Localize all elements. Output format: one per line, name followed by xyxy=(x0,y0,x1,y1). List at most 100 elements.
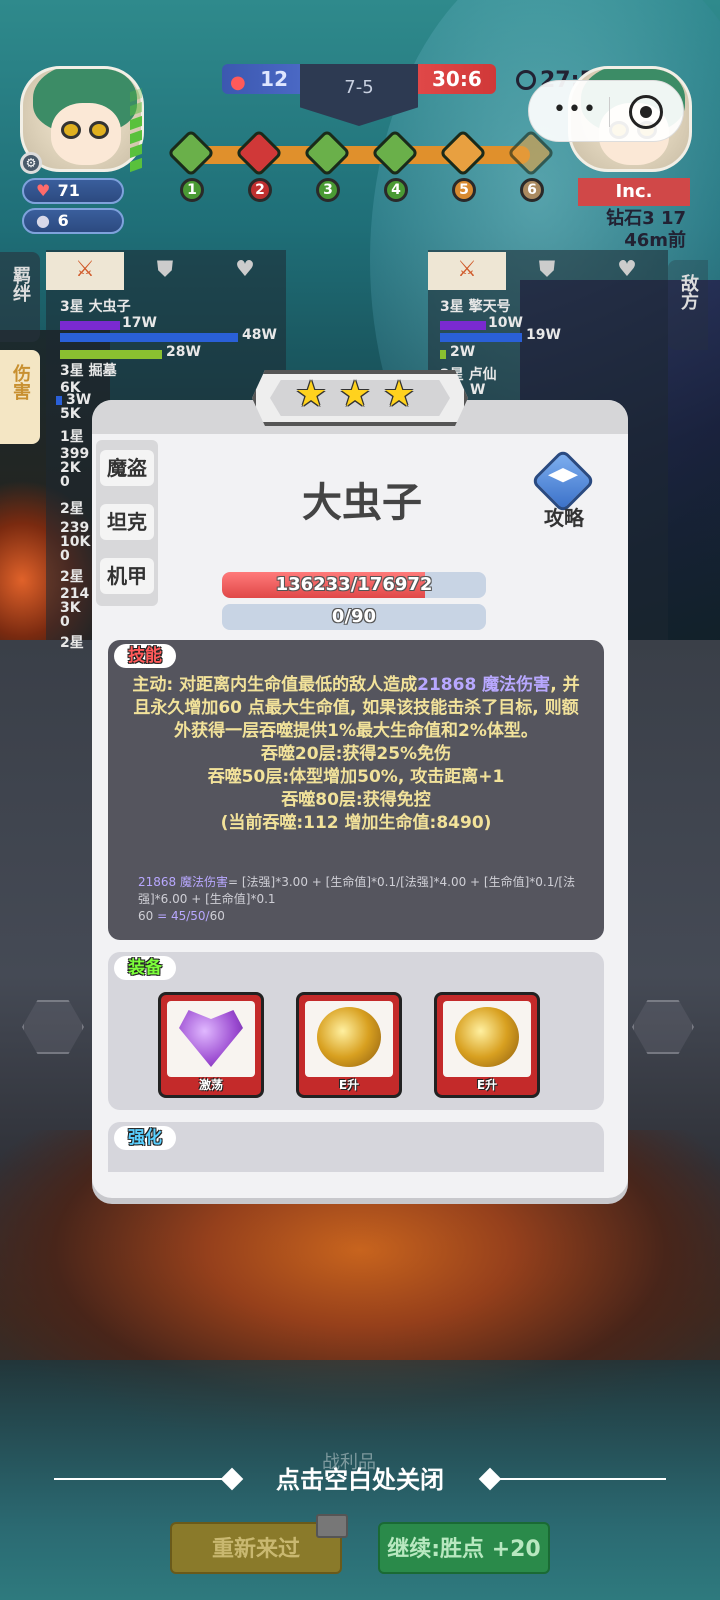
miniprogram-capsule: ••• xyxy=(528,80,684,142)
trait-tag[interactable]: 坦克 xyxy=(100,504,154,540)
capsule-divider xyxy=(609,97,610,127)
true-damage-bar xyxy=(60,350,162,359)
round-indicator: 7-5 xyxy=(300,64,418,126)
stage-number: 6 xyxy=(520,178,544,202)
damage-row-name: 2星 xyxy=(60,501,84,517)
blood-drop-icon: ● xyxy=(230,72,246,93)
physical-damage-bar xyxy=(60,333,238,342)
more-menu-button[interactable]: ••• xyxy=(553,97,598,122)
sword-icon[interactable]: ⚔ xyxy=(428,252,506,290)
stage-number: 2 xyxy=(248,178,272,202)
true-damage-bar xyxy=(440,350,446,359)
stage-4-trophy-icon xyxy=(370,128,420,178)
stage-5-trophy-icon xyxy=(438,128,488,178)
stage-number: 1 xyxy=(180,178,204,202)
equipment-name: 激荡 xyxy=(198,1078,223,1092)
damage-value: 0 xyxy=(60,474,70,490)
equipment-section-label: 装备 xyxy=(114,956,176,980)
tab-bond[interactable]: 羁绊 xyxy=(0,252,40,342)
enhance-section-label: 强化 xyxy=(114,1126,176,1150)
team-score-right: 30:6 xyxy=(418,64,496,94)
shield-icon[interactable]: ⛊ xyxy=(126,252,204,290)
golden-orb-icon xyxy=(455,1007,519,1067)
settings-gear-icon[interactable]: ⚙ xyxy=(20,152,42,174)
star-icon: ★ xyxy=(294,374,328,415)
tab-damage[interactable]: 伤害 xyxy=(0,350,40,444)
player-coin-value: 6 xyxy=(57,211,69,230)
shield-icon[interactable]: ⛊ xyxy=(508,252,586,290)
damage-row-name: 2星 xyxy=(60,635,84,651)
divider-line xyxy=(498,1478,666,1480)
equipment-slot[interactable]: 激荡 xyxy=(158,992,264,1098)
damage-value: 5K xyxy=(60,406,81,422)
continue-button[interactable]: 继续:胜点 +20 xyxy=(378,1522,550,1574)
skill-section: 技能 主动: 对距离内生命值最低的敌人造成21868 魔法伤害, 并且永久增加6… xyxy=(108,640,604,940)
sword-icon[interactable]: ⚔ xyxy=(46,252,124,290)
hero-detail-modal: ★ ★ ★ 魔盗 坦克 机甲 大虫子 攻略 136233/176972 0/90… xyxy=(92,370,628,1198)
opponent-rank: 钻石3 17 46m前 xyxy=(606,208,686,251)
damage-value: W xyxy=(470,382,486,398)
damage-value: 19W xyxy=(526,327,561,343)
stage-number: 4 xyxy=(384,178,408,202)
skill-formula: 21868 魔法伤害= [法强]*3.00 + [生命值]*0.1/[法强]*4… xyxy=(138,875,576,923)
physical-damage-bar xyxy=(56,396,62,405)
opponent-name: Inc. xyxy=(578,178,690,206)
hero-name: 大虫子 xyxy=(302,480,422,526)
mana-text: 0/90 xyxy=(331,606,377,627)
player-coin-pill: ● 6 xyxy=(22,208,124,234)
equipment-slot[interactable]: E升 xyxy=(296,992,402,1098)
tab-enemy[interactable]: 敌方 xyxy=(668,260,708,350)
heart-icon: ♥ xyxy=(36,181,51,200)
close-target-icon[interactable] xyxy=(629,95,663,129)
enhance-section: 强化 xyxy=(108,1122,604,1172)
video-ad-icon xyxy=(316,1514,348,1538)
damage-value: 0 xyxy=(60,548,70,564)
hero-mana-bar: 0/90 xyxy=(222,604,486,630)
level-progress-bars xyxy=(130,87,160,173)
damage-row-name: 3星 掘墓 xyxy=(60,363,117,379)
damage-value: 48W xyxy=(242,327,277,343)
team-score-left: ● 12 xyxy=(222,64,300,94)
physical-damage-bar xyxy=(440,333,522,342)
trait-tag[interactable]: 机甲 xyxy=(100,558,154,594)
golden-orb-icon xyxy=(317,1007,381,1067)
divider-line xyxy=(54,1478,222,1480)
hud-top: ⚙ ♥ 71 ● 6 ● 12 7-5 30:6 27:5 1 2 3 4 5 … xyxy=(0,0,720,260)
close-hint[interactable]: 点击空白处关闭 xyxy=(0,1460,720,1500)
damage-value: 28W xyxy=(166,344,201,360)
skill-description: 主动: 对距离内生命值最低的敌人造成21868 魔法伤害, 并且永久增加60 点… xyxy=(132,675,580,833)
heart-icon[interactable]: ♥ xyxy=(588,252,666,290)
player-hp-value: 71 xyxy=(57,181,80,200)
damage-row-name: 3星 擎天号 xyxy=(440,299,511,315)
hp-text: 136233/176972 xyxy=(275,574,433,595)
magic-damage-bar xyxy=(60,321,120,330)
skill-section-label: 技能 xyxy=(114,644,176,668)
damage-value: 17W xyxy=(122,315,157,331)
magic-damage-bar xyxy=(440,321,486,330)
damage-row-name: 3星 大虫子 xyxy=(60,299,131,315)
stage-3-trophy-icon xyxy=(302,128,352,178)
trait-tag[interactable]: 魔盗 xyxy=(100,450,154,486)
stage-number: 5 xyxy=(452,178,476,202)
equipment-section: 装备 激荡 E升 E升 xyxy=(108,952,604,1110)
close-hint-text: 点击空白处关闭 xyxy=(276,1466,444,1494)
equipment-slot[interactable]: E升 xyxy=(434,992,540,1098)
guide-label: 攻略 xyxy=(544,506,584,530)
damage-row-name: 2星 xyxy=(60,569,84,585)
star-icon: ★ xyxy=(338,374,372,415)
star-icon: ★ xyxy=(382,374,416,415)
strategy-guide-button[interactable]: 攻略 xyxy=(530,448,596,530)
hero-hp-bar: 136233/176972 xyxy=(222,572,486,598)
clock-icon xyxy=(516,70,536,90)
diamond-ornament-icon xyxy=(220,1467,244,1491)
retry-button[interactable]: 重新来过 xyxy=(170,1514,348,1574)
heart-icon[interactable]: ♥ xyxy=(206,252,284,290)
damage-value: 2W xyxy=(450,344,476,360)
equipment-name: E升 xyxy=(338,1078,360,1092)
damage-value: 10W xyxy=(488,315,523,331)
stage-1-trophy-icon xyxy=(166,128,216,178)
damage-row-name: 1星 xyxy=(60,429,84,445)
trait-list: 魔盗 坦克 机甲 xyxy=(96,440,158,606)
stage-number: 3 xyxy=(316,178,340,202)
damage-value: 0 xyxy=(60,614,70,630)
